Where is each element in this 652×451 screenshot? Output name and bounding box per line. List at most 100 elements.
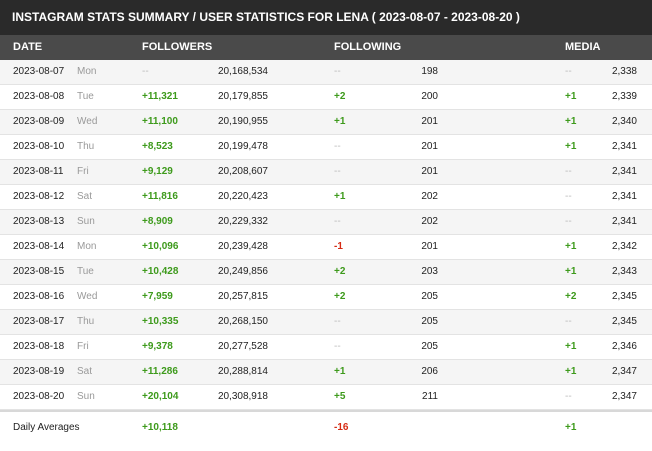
cell-day: Thu: [77, 316, 95, 327]
table-row: 2023-08-20 Sun +20,104 20,308,918 +5 211 -- 2,3…: [0, 385, 652, 410]
cell-day: Mon: [77, 66, 97, 77]
averages-media: +1: [565, 422, 577, 433]
cell-following-change: +2: [334, 266, 346, 277]
cell-followers-count: 20,249,856: [217, 266, 268, 277]
cell-following-change: --: [334, 341, 341, 352]
cell-following-count: 201: [421, 241, 438, 252]
cell-date: 2023-08-13: [13, 216, 65, 227]
table-header: DATE FOLLOWERS FOLLOWING MEDIA: [0, 35, 652, 60]
cell-followers-count: 20,239,428: [217, 241, 268, 252]
cell-following-change: --: [334, 166, 341, 177]
cell-following-change: +5: [334, 391, 346, 402]
cell-date: 2023-08-12: [13, 191, 65, 202]
cell-followers-change: --: [142, 66, 149, 77]
cell-media-count: 2,345: [611, 316, 637, 327]
cell-followers-count: 20,190,955: [217, 116, 268, 127]
cell-followers-count: 20,199,478: [217, 141, 268, 152]
cell-date: 2023-08-11: [13, 166, 64, 177]
cell-followers-count: 20,168,534: [217, 66, 268, 77]
cell-day: Fri: [77, 166, 89, 177]
cell-date: 2023-08-10: [13, 141, 65, 152]
cell-following-count: 201: [421, 116, 438, 127]
table-row: 2023-08-09 Wed +11,100 20,190,955 +1 201 +1 2,3…: [0, 110, 652, 135]
cell-following-count: 201: [421, 141, 438, 152]
table-row: 2023-08-12 Sat +11,816 20,220,423 +1 202 -- 2,3…: [0, 185, 652, 210]
cell-following-count: 205: [421, 341, 438, 352]
cell-following-change: --: [334, 66, 341, 77]
cell-following-count: 205: [421, 291, 438, 302]
cell-date: 2023-08-16: [13, 291, 65, 302]
cell-following-count: 206: [421, 366, 438, 377]
table-row: 2023-08-11 Fri +9,129 20,208,607 -- 201 -- 2,34…: [0, 160, 652, 185]
header-media: MEDIA: [565, 41, 601, 53]
cell-media-count: 2,341: [611, 216, 637, 227]
table-row: 2023-08-17 Thu +10,335 20,268,150 -- 205 -- 2,3…: [0, 310, 652, 335]
cell-day: Wed: [77, 291, 98, 302]
cell-day: Tue: [77, 91, 94, 102]
cell-day: Wed: [77, 116, 98, 127]
averages-followers: +10,118: [142, 422, 178, 433]
cell-following-change: +2: [334, 91, 346, 102]
cell-date: 2023-08-08: [13, 91, 65, 102]
table-row: 2023-08-07 Mon -- 20,168,534 -- 198 -- 2,338: [0, 60, 652, 85]
cell-following-change: +1: [334, 116, 346, 127]
cell-date: 2023-08-19: [13, 366, 65, 377]
cell-media-count: 2,341: [611, 191, 637, 202]
cell-date: 2023-08-20: [13, 391, 65, 402]
cell-media-count: 2,338: [611, 66, 637, 77]
cell-day: Sun: [77, 216, 95, 227]
cell-followers-count: 20,308,918: [217, 391, 268, 402]
cell-day: Fri: [77, 341, 89, 352]
cell-following-count: 202: [421, 216, 438, 227]
cell-following-count: 202: [421, 191, 438, 202]
cell-media-count: 2,346: [611, 341, 637, 352]
stats-table: INSTAGRAM STATS SUMMARY / USER STATISTIC…: [0, 0, 652, 444]
cell-followers-count: 20,229,332: [217, 216, 268, 227]
cell-date: 2023-08-14: [13, 241, 65, 252]
table-row: 2023-08-14 Mon +10,096 20,239,428 -1 201 +1 2,3…: [0, 235, 652, 260]
table-body: 2023-08-07 Mon -- 20,168,534 -- 198 -- 2,338 202…: [0, 60, 652, 410]
cell-followers-count: 20,179,855: [217, 91, 268, 102]
cell-media-count: 2,347: [611, 391, 637, 402]
cell-following-change: --: [334, 216, 341, 227]
cell-following-count: 203: [421, 266, 438, 277]
averages-label: Daily Averages: [13, 422, 80, 433]
page-title: INSTAGRAM STATS SUMMARY / USER STATISTIC…: [0, 0, 652, 35]
cell-day: Thu: [77, 141, 95, 152]
table-row: 2023-08-10 Thu +8,523 20,199,478 -- 201 +1 2,34…: [0, 135, 652, 160]
cell-media-count: 2,343: [611, 266, 637, 277]
header-date: DATE: [13, 41, 43, 53]
daily-averages-row: Daily Averages +10,118 -16 +1: [0, 410, 652, 444]
cell-following-change: --: [334, 316, 341, 327]
averages-following: -16: [334, 422, 349, 433]
cell-day: Tue: [77, 266, 94, 277]
cell-following-change: --: [334, 141, 341, 152]
cell-date: 2023-08-18: [13, 341, 65, 352]
cell-followers-count: 20,288,814: [217, 366, 268, 377]
cell-date: 2023-08-07: [13, 66, 65, 77]
cell-following-change: +1: [334, 191, 346, 202]
cell-day: Mon: [77, 241, 97, 252]
cell-media-count: 2,339: [611, 91, 637, 102]
cell-following-change: +2: [334, 291, 346, 302]
cell-day: Sat: [77, 366, 93, 377]
cell-media-count: 2,341: [611, 166, 637, 177]
table-row: 2023-08-18 Fri +9,378 20,277,528 -- 205 +1 2,34…: [0, 335, 652, 360]
cell-day: Sun: [77, 391, 95, 402]
cell-date: 2023-08-17: [13, 316, 65, 327]
table-row: 2023-08-08 Tue +11,321 20,179,855 +2 200 +1 2,3…: [0, 85, 652, 110]
table-row: 2023-08-19 Sat +11,286 20,288,814 +1 206 +1 2,3…: [0, 360, 652, 385]
cell-followers-count: 20,277,528: [217, 341, 268, 352]
cell-media-count: 2,340: [611, 116, 637, 127]
cell-followers-count: 20,220,423: [217, 191, 268, 202]
cell-media-count: 2,341: [611, 141, 637, 152]
cell-following-count: 201: [421, 166, 438, 177]
cell-following-change: +1: [334, 366, 346, 377]
cell-date: 2023-08-09: [13, 116, 65, 127]
cell-following-count: 211: [422, 391, 438, 402]
cell-followers-count: 20,257,815: [217, 291, 268, 302]
header-following: FOLLOWING: [334, 41, 402, 53]
table-row: 2023-08-15 Tue +10,428 20,249,856 +2 203 +1 2,3…: [0, 260, 652, 285]
cell-date: 2023-08-15: [13, 266, 65, 277]
cell-followers-count: 20,208,607: [217, 166, 268, 177]
